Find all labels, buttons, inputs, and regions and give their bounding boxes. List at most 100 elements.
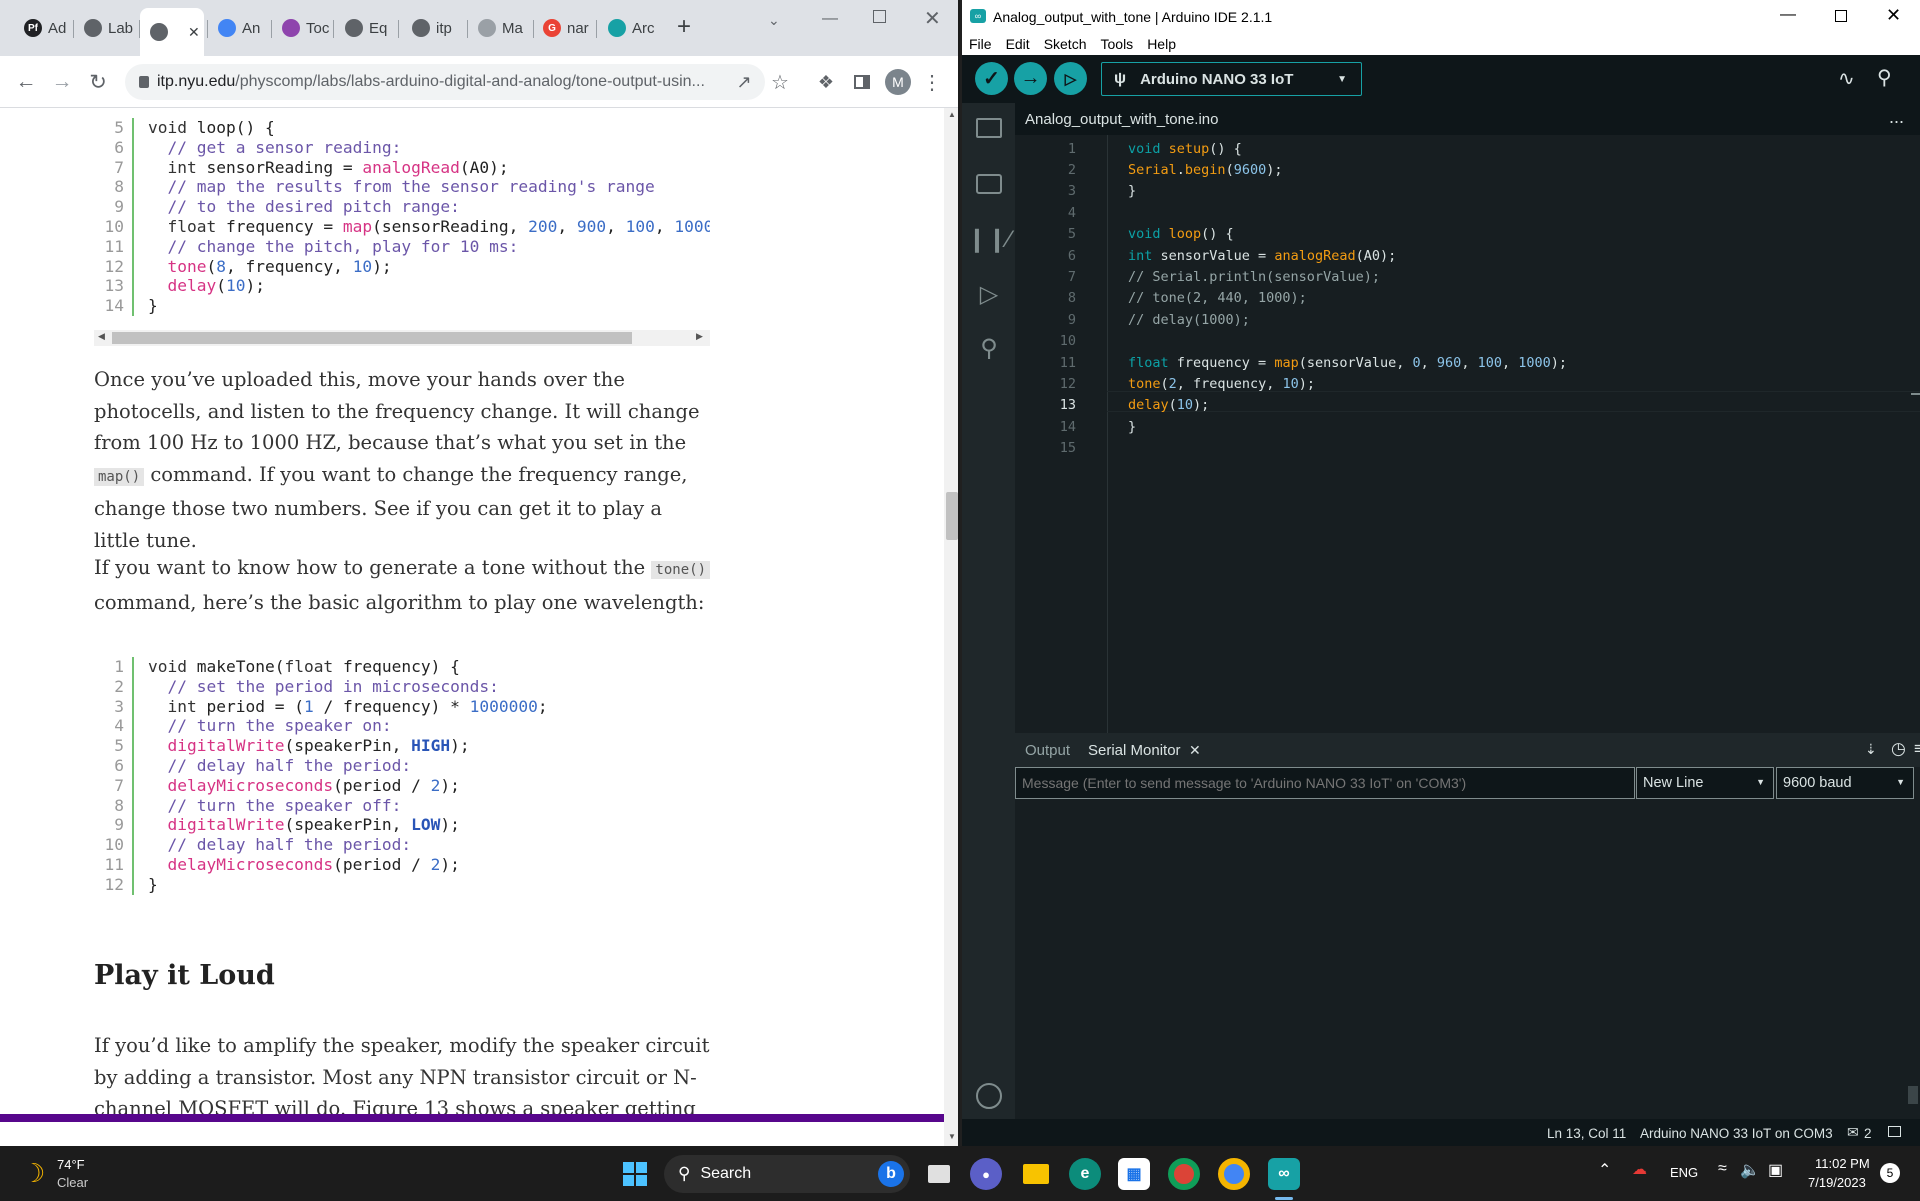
vertical-scroll-thumb[interactable] (946, 492, 958, 540)
debug-panel-icon[interactable]: ▷ (974, 279, 1004, 309)
editor-line[interactable]: 4 (1015, 202, 1920, 223)
tab-search-icon[interactable]: ⌄ (768, 12, 780, 29)
browser-tab[interactable]: Ma (468, 10, 530, 46)
editor-line[interactable]: 3} (1015, 181, 1920, 202)
search-icon[interactable]: ⚲ (974, 333, 1004, 363)
bookmark-star-icon[interactable]: ☆ (766, 68, 794, 96)
back-button[interactable]: ← (12, 68, 40, 96)
menu-item-help[interactable]: Help (1147, 36, 1176, 52)
ide-close-button[interactable]: ✕ (1886, 5, 1901, 26)
editor-line[interactable]: 14} (1015, 416, 1920, 437)
notifications-icon[interactable]: ✉ (1847, 1124, 1859, 1141)
serial-output-scrollbar[interactable] (1908, 1086, 1918, 1104)
side-panel-icon[interactable] (848, 68, 876, 96)
more-options-icon[interactable]: ... (1889, 107, 1904, 128)
editor-line[interactable]: 13 delay(10); (1015, 395, 1920, 416)
board-port-status[interactable]: Arduino NANO 33 IoT on COM3 (1640, 1126, 1833, 1141)
start-button[interactable] (619, 1158, 651, 1190)
board-selector[interactable]: ψ Arduino NANO 33 IoT ▼ (1101, 62, 1362, 96)
forward-button[interactable]: → (48, 68, 76, 96)
menu-item-sketch[interactable]: Sketch (1044, 36, 1087, 52)
clear-output-icon[interactable]: ≡ (1914, 739, 1920, 759)
close-tab-icon[interactable]: ✕ (188, 24, 200, 41)
horizontal-scroll-thumb[interactable] (112, 332, 632, 344)
extensions-icon[interactable]: ❖ (812, 68, 840, 96)
editor-line[interactable]: 1 void setup() { (1015, 138, 1920, 159)
chrome-profile-icon[interactable] (1168, 1158, 1200, 1190)
output-tab[interactable]: Output (1025, 742, 1070, 759)
file-explorer-icon[interactable] (1020, 1158, 1052, 1190)
battery-icon[interactable]: ▣ (1768, 1160, 1783, 1180)
line-ending-select[interactable]: New Line ▼ (1636, 767, 1774, 799)
address-bar[interactable]: itp.nyu.edu /physcomp/labs/labs-arduino-… (125, 64, 765, 100)
browser-tab[interactable]: Toc (272, 10, 330, 46)
serial-plotter-icon[interactable]: ∿ (1838, 66, 1855, 91)
arduino-ide-taskbar-icon[interactable]: ∞ (1268, 1158, 1300, 1190)
microsoft-store-icon[interactable]: ▦ (1118, 1158, 1150, 1190)
editor-line[interactable]: 8 // tone(2, 440, 1000); (1015, 288, 1920, 309)
sketchbook-folder-icon[interactable] (974, 113, 1004, 143)
close-window-button[interactable]: ✕ (924, 6, 941, 31)
teams-chat-icon[interactable]: ● (970, 1158, 1002, 1190)
taskbar-search-box[interactable]: ⚲ Search b (664, 1155, 910, 1193)
page-vertical-scrollbar[interactable]: ▲ ▼ (944, 108, 958, 1146)
code-editor[interactable]: 1 void setup() {2 Serial.begin(9600); 3} 4 5 v… (1015, 135, 1920, 733)
library-manager-icon[interactable]: ❙❙∕ (967, 224, 1011, 254)
browser-tab[interactable]: Eq (335, 10, 395, 46)
cursor-position[interactable]: Ln 13, Col 11 (1547, 1126, 1626, 1141)
editor-line[interactable]: 9 // delay(1000); (1015, 309, 1920, 330)
task-view-icon[interactable] (923, 1158, 955, 1190)
autoscroll-icon[interactable]: ⇣ (1865, 741, 1877, 758)
code-horizontal-scrollbar[interactable]: ◀ ▶ (94, 330, 710, 346)
reload-button[interactable]: ↻ (84, 68, 112, 96)
scroll-right-arrow-icon[interactable]: ▶ (696, 331, 703, 342)
serial-message-input[interactable] (1015, 767, 1635, 799)
close-serial-tab-icon[interactable]: ✕ (1189, 742, 1201, 759)
share-icon[interactable]: ↗ (730, 68, 758, 96)
serial-monitor-tab[interactable]: Serial Monitor (1088, 742, 1181, 759)
editor-line[interactable]: 12 tone(2, frequency, 10); (1015, 373, 1920, 394)
output-panel-toggle-icon[interactable] (1888, 1126, 1901, 1137)
new-tab-button[interactable]: + (672, 15, 696, 40)
clock-time[interactable]: 11:02 PM (1815, 1156, 1870, 1171)
chrome-icon[interactable] (1218, 1158, 1250, 1190)
weather-moon-icon[interactable]: ☽ (22, 1158, 45, 1189)
editor-line[interactable]: 6 int sensorValue = analogRead(A0); (1015, 245, 1920, 266)
boards-manager-icon[interactable] (974, 169, 1004, 199)
editor-line[interactable]: 11 float frequency = map(sensorValue, 0, … (1015, 352, 1920, 373)
show-hidden-icons-icon[interactable]: ⌃ (1598, 1160, 1611, 1180)
profile-avatar[interactable]: M (884, 68, 912, 96)
weather-temperature[interactable]: 74°F (57, 1157, 85, 1172)
chrome-menu-icon[interactable]: ⋮ (918, 68, 946, 96)
scroll-down-arrow-icon[interactable]: ▼ (948, 1132, 956, 1141)
file-tab[interactable]: Analog_output_with_tone.ino (1025, 111, 1219, 128)
browser-tab[interactable]: itp (402, 10, 464, 46)
editor-line[interactable]: 5 void loop() { (1015, 224, 1920, 245)
verify-button[interactable]: ✓ (975, 62, 1008, 95)
minimize-button[interactable]: — (822, 10, 838, 28)
scroll-left-arrow-icon[interactable]: ◀ (98, 331, 105, 342)
menu-item-edit[interactable]: Edit (1006, 36, 1030, 52)
account-icon[interactable] (974, 1081, 1004, 1111)
browser-tab[interactable]: An (208, 10, 268, 46)
upload-button[interactable]: → (1014, 62, 1047, 95)
serial-monitor-icon[interactable]: ⚲ (1877, 65, 1892, 90)
browser-tab[interactable]: Lab (74, 10, 136, 46)
onedrive-icon[interactable]: ☁ (1632, 1160, 1647, 1178)
edge-browser-icon[interactable]: e (1069, 1158, 1101, 1190)
clock-date[interactable]: 7/19/2023 (1808, 1175, 1866, 1190)
volume-icon[interactable]: 🔈 (1740, 1160, 1760, 1180)
wifi-icon[interactable]: ≈ (1718, 1160, 1727, 1178)
menu-item-file[interactable]: File (969, 36, 992, 52)
weather-condition[interactable]: Clear (57, 1175, 88, 1190)
active-tab[interactable]: ✕ (140, 8, 204, 56)
ide-maximize-button[interactable] (1835, 10, 1847, 22)
baud-rate-select[interactable]: 9600 baud ▼ (1776, 767, 1914, 799)
editor-line[interactable]: 2 Serial.begin(9600); (1015, 159, 1920, 180)
ide-minimize-button[interactable]: — (1780, 6, 1796, 24)
editor-line[interactable]: 10 (1015, 331, 1920, 352)
browser-tab[interactable]: Arc (598, 10, 660, 46)
notification-badge[interactable]: 5 (1880, 1163, 1900, 1183)
timestamp-icon[interactable]: ◷ (1891, 739, 1906, 759)
browser-tab[interactable]: Gnar (533, 10, 593, 46)
